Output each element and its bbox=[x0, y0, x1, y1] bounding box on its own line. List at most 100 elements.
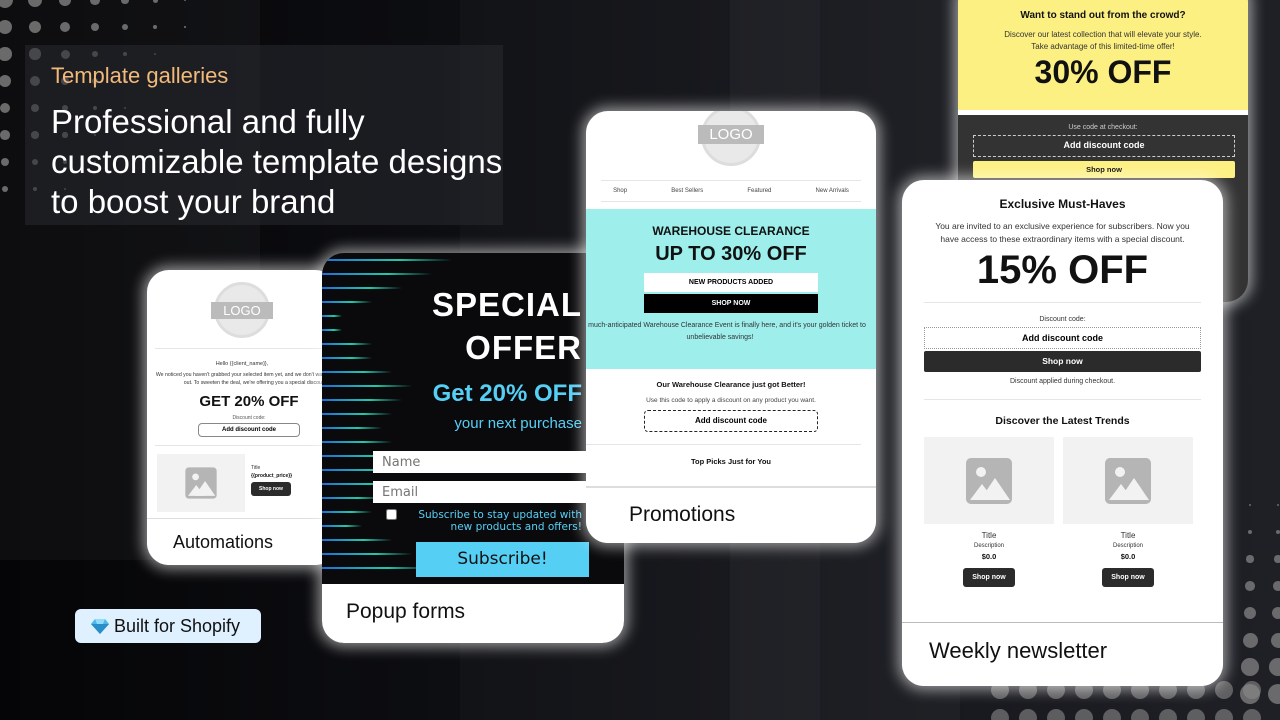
add-discount-code-button[interactable]: Add discount code bbox=[198, 423, 300, 437]
add-discount-code-button[interactable]: Add discount code bbox=[973, 135, 1235, 157]
dot bbox=[991, 709, 1009, 720]
stripe bbox=[322, 511, 372, 513]
dot bbox=[1075, 709, 1093, 720]
dot bbox=[1274, 555, 1280, 563]
add-discount-code-button[interactable]: Add discount code bbox=[644, 410, 818, 432]
built-for-shopify-badge[interactable]: Built for Shopify bbox=[75, 609, 261, 643]
dot bbox=[1277, 504, 1279, 506]
shop-now-button[interactable]: Shop now bbox=[924, 351, 1201, 372]
discount-label: Discount code: bbox=[232, 415, 266, 421]
automations-card[interactable]: LOGO Hello {{client_name}}, We noticed y… bbox=[147, 270, 337, 565]
weekly-offer: 15% OFF bbox=[976, 248, 1149, 292]
stripe bbox=[322, 371, 392, 373]
body-text: We noticed you haven't grabbed your sele… bbox=[155, 372, 337, 386]
yellow-offer: 30% OFF bbox=[1034, 54, 1172, 90]
eyebrow-text: Template galleries bbox=[51, 63, 229, 88]
stripe bbox=[322, 385, 412, 387]
stripe bbox=[322, 413, 392, 415]
promo-hero: WAREHOUSE CLEARANCE UP TO 30% OFF NEW PR… bbox=[586, 209, 876, 369]
product-description: Description bbox=[973, 543, 1004, 549]
dot bbox=[1131, 709, 1149, 720]
checkbox-label: Subscribe to stay updated with new produ… bbox=[418, 509, 582, 533]
greeting: Hello {{client_name}}, bbox=[215, 361, 269, 367]
product-image bbox=[924, 437, 1054, 524]
dot bbox=[90, 22, 100, 32]
card-label-automations: Automations bbox=[147, 518, 337, 565]
popup-title: SPECIAL OFFER bbox=[431, 286, 582, 366]
dot bbox=[1268, 684, 1280, 704]
stripe bbox=[322, 441, 392, 443]
name-input[interactable] bbox=[373, 451, 589, 473]
image-icon bbox=[1105, 457, 1151, 504]
section-title: Our Warehouse Clearance just got Better! bbox=[656, 380, 806, 389]
section-body: Use this code to apply a discount on any… bbox=[646, 397, 816, 404]
stripe bbox=[322, 301, 372, 303]
offer-text: GET 20% OFF bbox=[199, 393, 299, 410]
dot bbox=[1269, 658, 1280, 676]
new-products-banner: NEW PRODUCTS ADDED bbox=[644, 273, 818, 292]
nav-item[interactable]: Featured bbox=[747, 188, 771, 194]
popup-offer: Get 20% OFF bbox=[432, 380, 582, 407]
product-price: {{product_price}} bbox=[251, 473, 293, 479]
product-title: Title bbox=[981, 531, 997, 540]
weekly-body: You are invited to an exclusive experien… bbox=[935, 221, 1190, 244]
nav-item[interactable]: Shop bbox=[613, 188, 627, 194]
dot bbox=[1273, 581, 1280, 591]
subscribe-checkbox[interactable] bbox=[386, 509, 397, 520]
promotions-card[interactable]: LOGO Shop Best Sellers Featured New Arri… bbox=[586, 111, 876, 543]
dot bbox=[1271, 606, 1280, 620]
logo-placeholder: LOGO bbox=[698, 111, 764, 166]
subscribe-button[interactable]: Subscribe! bbox=[416, 542, 589, 577]
product-price: $0.0 bbox=[981, 552, 997, 561]
stripe bbox=[322, 553, 412, 555]
dot bbox=[1275, 529, 1280, 535]
top-picks-title: Top Picks Just for You bbox=[690, 457, 771, 466]
dot bbox=[1047, 709, 1065, 720]
product-image bbox=[157, 454, 245, 512]
shop-now-button[interactable]: Shop now bbox=[963, 568, 1015, 587]
product-description: Description bbox=[1112, 543, 1143, 549]
badge-label: Built for Shopify bbox=[114, 615, 241, 636]
dot bbox=[153, 25, 157, 29]
stripe bbox=[322, 343, 372, 345]
shop-now-button[interactable]: SHOP NOW bbox=[644, 294, 818, 313]
dot bbox=[1103, 709, 1121, 720]
dot bbox=[0, 47, 12, 61]
nav-item[interactable]: New Arrivals bbox=[816, 188, 849, 194]
product-card[interactable]: Title Description $0.0 Shop now bbox=[924, 437, 1054, 587]
dot bbox=[1215, 709, 1233, 720]
add-discount-code-button[interactable]: Add discount code bbox=[924, 327, 1201, 349]
stripe bbox=[322, 329, 342, 331]
popup-forms-card[interactable]: SPECIAL OFFER Get 20% OFF your next purc… bbox=[322, 253, 624, 643]
dot bbox=[1243, 681, 1261, 699]
email-input[interactable] bbox=[373, 481, 589, 503]
product-card[interactable]: Title Description $0.0 Shop now bbox=[1063, 437, 1193, 587]
stripe bbox=[322, 287, 402, 289]
template-gallery-banner: Template galleries Professional and full… bbox=[0, 0, 1280, 720]
hero-title: WAREHOUSE CLEARANCE bbox=[652, 224, 810, 238]
shop-now-button[interactable]: Shop now bbox=[1102, 568, 1154, 587]
product-title: Title bbox=[1120, 531, 1136, 540]
yellow-body-line1: Discover our latest collection that will… bbox=[1004, 30, 1202, 39]
stripe bbox=[322, 357, 372, 359]
card-label-weekly-newsletter: Weekly newsletter bbox=[902, 622, 1223, 686]
dot bbox=[1270, 632, 1280, 648]
gem-icon bbox=[91, 618, 109, 634]
weekly-title: Exclusive Must-Haves bbox=[999, 197, 1126, 211]
promo-nav: Shop Best Sellers Featured New Arrivals bbox=[586, 181, 876, 201]
stripe bbox=[322, 399, 402, 401]
headline: Professional and fully customizable temp… bbox=[51, 103, 503, 220]
dot bbox=[1241, 658, 1259, 676]
nav-item[interactable]: Best Sellers bbox=[671, 188, 703, 194]
discount-note: Discount applied during checkout. bbox=[1009, 378, 1116, 385]
weekly-newsletter-card[interactable]: Exclusive Must-Haves You are invited to … bbox=[902, 180, 1223, 686]
yellow-body-line2: Take advantage of this limited-time offe… bbox=[1031, 42, 1175, 51]
shop-now-button[interactable]: Shop now bbox=[973, 161, 1235, 178]
discount-label: Discount code: bbox=[1039, 316, 1086, 323]
trends-title: Discover the Latest Trends bbox=[995, 415, 1130, 427]
shop-now-button[interactable]: Shop now bbox=[251, 482, 291, 496]
dot bbox=[1247, 529, 1253, 535]
code-label: Use code at checkout: bbox=[1068, 124, 1138, 131]
logo-placeholder: LOGO bbox=[211, 282, 273, 338]
dot bbox=[184, 26, 186, 28]
